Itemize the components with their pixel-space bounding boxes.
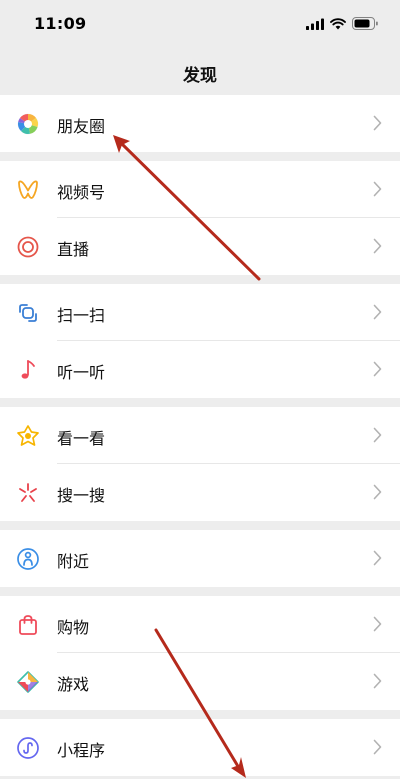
status-bar: 11:09 — [0, 0, 400, 48]
chevron-right-icon — [373, 181, 382, 197]
chevron-right-icon — [373, 484, 382, 500]
chevron-right-icon — [373, 739, 382, 755]
menu-group-mini-programs: 小程序 — [0, 719, 400, 776]
search-icon — [16, 481, 40, 505]
menu-item-search[interactable]: 搜一搜 — [0, 464, 400, 521]
menu-item-label: 听一听 — [57, 363, 106, 382]
wifi-icon — [330, 15, 346, 34]
menu-item-label: 游戏 — [57, 675, 90, 694]
cellular-signal-icon — [306, 15, 324, 34]
chevron-right-icon — [373, 304, 382, 320]
menu-item-label: 朋友圈 — [57, 117, 106, 136]
shopping-bag-icon — [16, 613, 40, 637]
chevron-right-icon — [373, 115, 382, 131]
moments-icon — [16, 112, 40, 136]
menu-item-label: 附近 — [57, 552, 90, 571]
chevron-right-icon — [373, 238, 382, 254]
nav-bar: 发现 — [0, 48, 400, 94]
menu-item-label: 看一看 — [57, 429, 106, 448]
menu-item-moments[interactable]: 朋友圈 — [0, 95, 400, 152]
live-icon — [16, 235, 40, 259]
menu-item-shopping[interactable]: 购物 — [0, 596, 400, 653]
menu-item-top-stories[interactable]: 看一看 — [0, 407, 400, 464]
status-time: 11:09 — [34, 14, 87, 33]
menu-group-channels: 视频号 直播 — [0, 161, 400, 275]
menu-item-channels[interactable]: 视频号 — [0, 161, 400, 218]
menu-item-mini-programs[interactable]: 小程序 — [0, 719, 400, 776]
top-stories-icon — [16, 424, 40, 448]
menu-group-moments: 朋友圈 — [0, 95, 400, 152]
mini-programs-icon — [16, 736, 40, 760]
scan-icon — [16, 301, 40, 325]
menu-item-label: 视频号 — [57, 183, 106, 202]
chevron-right-icon — [373, 361, 382, 377]
nearby-icon — [16, 547, 40, 571]
page-title: 发现 — [183, 66, 217, 86]
menu-item-label: 小程序 — [57, 741, 106, 760]
menu-item-live[interactable]: 直播 — [0, 218, 400, 275]
menu-item-scan[interactable]: 扫一扫 — [0, 284, 400, 341]
menu-group-shopping: 购物 游戏 — [0, 596, 400, 710]
menu-item-nearby[interactable]: 附近 — [0, 530, 400, 587]
menu-item-label: 扫一扫 — [57, 306, 106, 325]
menu-group-nearby: 附近 — [0, 530, 400, 587]
battery-icon — [352, 15, 378, 34]
chevron-right-icon — [373, 550, 382, 566]
discover-screen: 11:09 发现 朋友圈 视频号 直播 扫一扫 听一听 看一看 搜一搜 附近 购… — [0, 0, 400, 779]
menu-item-label: 直播 — [57, 240, 90, 259]
menu-item-label: 购物 — [57, 618, 90, 637]
chevron-right-icon — [373, 673, 382, 689]
chevron-right-icon — [373, 616, 382, 632]
menu-group-scan: 扫一扫 听一听 — [0, 284, 400, 398]
menu-item-label: 搜一搜 — [57, 486, 106, 505]
status-icons — [306, 16, 378, 32]
channels-icon — [16, 178, 40, 202]
music-note-icon — [16, 358, 40, 382]
menu-item-listen[interactable]: 听一听 — [0, 341, 400, 398]
chevron-right-icon — [373, 427, 382, 443]
games-icon — [16, 670, 40, 694]
menu-item-games[interactable]: 游戏 — [0, 653, 400, 710]
menu-group-top-stories: 看一看 搜一搜 — [0, 407, 400, 521]
